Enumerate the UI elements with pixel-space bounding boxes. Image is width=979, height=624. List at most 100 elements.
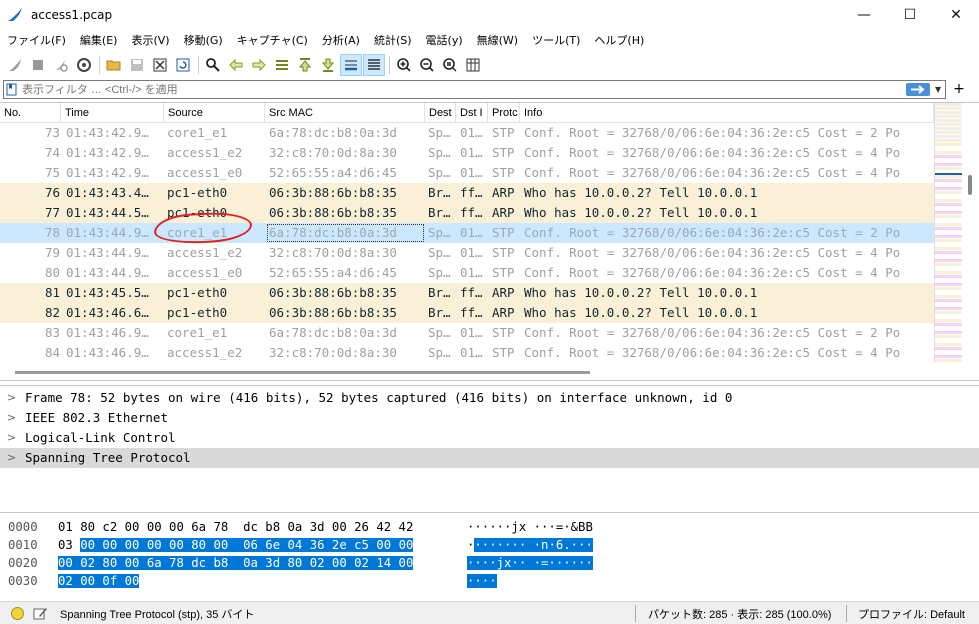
minimize-button[interactable]: — <box>841 0 887 30</box>
column-header[interactable]: Protc <box>488 103 520 123</box>
close-button[interactable]: ✕ <box>933 0 979 30</box>
find-magnifier-icon[interactable] <box>202 54 224 76</box>
cell-dest: Br… <box>428 185 451 200</box>
minimap-stripe <box>935 147 962 150</box>
byte-offset: 0020 <box>8 556 38 570</box>
menu-item[interactable]: 電話(y) <box>419 30 470 52</box>
status-profile[interactable]: プロファイル: Default <box>858 606 965 622</box>
save-file-icon[interactable] <box>126 54 148 76</box>
table-row[interactable]: 79 01:43:44.9… access1_e2 32:c8:70:0d:8a:30… <box>0 243 934 263</box>
menu-item[interactable]: キャプチャ(C) <box>230 30 315 52</box>
reload-icon[interactable] <box>172 54 194 76</box>
table-row[interactable]: 83 01:43:46.9… core1_e1 6a:78:dc:b8:0a:3d Sp… <box>0 323 934 343</box>
table-row[interactable]: 77 01:43:44.5… pc1-eth0 06:3b:88:6b:b8:35 Br… <box>0 203 934 223</box>
expert-info-led-icon[interactable] <box>11 607 24 620</box>
hex-dump[interactable]: 02 00 0f 00 <box>58 572 140 590</box>
chevron-right-icon[interactable]: > <box>7 388 16 408</box>
table-row[interactable]: 76 01:43:43.4… pc1-eth0 06:3b:88:6b:b8:35 Br… <box>0 183 934 203</box>
options-gear-icon[interactable] <box>73 54 95 76</box>
shark-fin-start-icon[interactable] <box>4 54 26 76</box>
cell-dsti: 01… <box>460 125 483 140</box>
hex-dump[interactable]: 00 02 80 00 6a 78 dc b8 0a 3d 80 02 00 0… <box>58 554 414 572</box>
hex-selected: 02 00 0f 00 <box>58 574 140 588</box>
tree-item[interactable]: > IEEE 802.3 Ethernet <box>0 408 979 428</box>
column-header[interactable]: Info <box>520 103 934 123</box>
menu-item[interactable]: ヘルプ(H) <box>587 30 651 52</box>
close-file-icon[interactable] <box>149 54 171 76</box>
chevron-right-icon[interactable]: > <box>7 428 16 448</box>
tree-item[interactable]: > Spanning Tree Protocol <box>0 448 979 468</box>
edit-comment-icon[interactable] <box>33 606 48 621</box>
first-packet-icon[interactable] <box>294 54 316 76</box>
cell-info: Conf. Root = 32768/0/06:6e:04:36:2e:c5 C… <box>524 325 901 340</box>
restart-icon[interactable] <box>50 54 72 76</box>
minimap-stripe <box>935 235 962 238</box>
resize-columns-icon[interactable] <box>462 54 484 76</box>
back-arrow-icon[interactable] <box>225 54 247 76</box>
packet-list-header: No. Time Source Src MAC Dest Dst I Protc Info <box>0 103 934 123</box>
last-packet-icon[interactable] <box>317 54 339 76</box>
menu-item[interactable]: 無線(W) <box>470 30 525 52</box>
minimap-stripe <box>935 139 962 142</box>
table-row[interactable]: 81 01:43:45.5… pc1-eth0 06:3b:88:6b:b8:35 Br… <box>0 283 934 303</box>
column-header[interactable]: Dest <box>425 103 456 123</box>
column-header[interactable]: Dst I <box>456 103 488 123</box>
forward-arrow-icon[interactable] <box>248 54 270 76</box>
byte-offset: 0010 <box>8 538 38 552</box>
chevron-right-icon[interactable]: > <box>7 448 16 468</box>
menu-item[interactable]: ファイル(F) <box>0 30 73 52</box>
menu-item[interactable]: ツール(T) <box>525 30 587 52</box>
bookmark-icon[interactable] <box>6 83 18 96</box>
column-header[interactable]: Source <box>164 103 265 123</box>
menu-item[interactable]: 分析(A) <box>315 30 367 52</box>
stop-icon[interactable] <box>27 54 49 76</box>
menu-item[interactable]: 移動(G) <box>177 30 230 52</box>
arrow-right-icon <box>911 85 925 94</box>
bytes-row: 0030 02 00 0f 00 ···· <box>0 572 979 590</box>
zoom-out-icon[interactable] <box>416 54 438 76</box>
hex-dump[interactable]: 01 80 c2 00 00 00 6a 78 dc b8 0a 3d 00 2… <box>58 518 413 536</box>
table-row[interactable]: 78 01:43:44.9… core1_e1 6a:78:dc:b8:0a:3d Sp… <box>0 223 934 243</box>
tree-item-label: Spanning Tree Protocol <box>25 450 191 465</box>
goto-packet-icon[interactable] <box>271 54 293 76</box>
chevron-right-icon[interactable]: > <box>7 408 16 428</box>
horizontal-scrollbar[interactable] <box>0 367 934 380</box>
tree-item[interactable]: > Frame 78: 52 bytes on wire (416 bits), … <box>0 388 979 408</box>
add-filter-button[interactable]: + <box>951 80 967 99</box>
table-row[interactable]: 73 01:43:42.9… core1_e1 6a:78:dc:b8:0a:3d Sp… <box>0 123 934 143</box>
packet-minimap[interactable] <box>934 103 962 363</box>
autoscroll-icon[interactable] <box>340 54 362 76</box>
colorize-icon[interactable] <box>363 54 385 76</box>
cell-srcmac: 32:c8:70:0d:8a:30 <box>269 145 397 160</box>
ascii-dump[interactable]: ···· <box>467 572 497 590</box>
column-header[interactable]: Src MAC <box>265 103 425 123</box>
scroll-thumb[interactable] <box>15 371 590 374</box>
open-folder-icon[interactable] <box>103 54 125 76</box>
ascii-dump[interactable]: ····jx·· ·=······ <box>467 554 593 572</box>
table-row[interactable]: 74 01:43:42.9… access1_e2 32:c8:70:0d:8a:30… <box>0 143 934 163</box>
menu-item[interactable]: 編集(E) <box>73 30 125 52</box>
table-row[interactable]: 84 01:43:46.9… access1_e2 32:c8:70:0d:8a:30… <box>0 343 934 363</box>
hex-dump[interactable]: 03 00 00 00 00 00 80 00 06 6e 04 36 2e c… <box>58 536 414 554</box>
table-row[interactable]: 82 01:43:46.6… pc1-eth0 06:3b:88:6b:b8:35 Br… <box>0 303 934 323</box>
column-header[interactable]: No. <box>0 103 61 123</box>
cell-no: 73 <box>44 125 60 140</box>
zoom-reset-icon[interactable] <box>439 54 461 76</box>
scroll-thumb[interactable] <box>968 175 972 195</box>
table-row[interactable]: 80 01:43:44.9… access1_e0 52:65:55:a4:d6:45… <box>0 263 934 283</box>
apply-filter-button[interactable] <box>906 83 930 96</box>
minimap-stripe <box>935 191 962 194</box>
zoom-in-icon[interactable] <box>393 54 415 76</box>
menu-item[interactable]: 表示(V) <box>124 30 176 52</box>
ascii-dump[interactable]: ······jx ···=·&BB <box>467 518 593 536</box>
cell-proto: STP <box>492 345 515 360</box>
display-filter-input[interactable] <box>22 82 892 97</box>
menu-item[interactable]: 統計(S) <box>367 30 419 52</box>
maximize-button[interactable]: ☐ <box>887 0 933 30</box>
table-row[interactable]: 75 01:43:42.9… access1_e0 52:65:55:a4:d6:45… <box>0 163 934 183</box>
tree-item[interactable]: > Logical-Link Control <box>0 428 979 448</box>
column-header[interactable]: Time <box>61 103 164 123</box>
ascii-dump[interactable]: ········ ·n·6.··· <box>467 536 593 554</box>
chevron-down-icon[interactable]: ▼ <box>935 85 941 94</box>
vertical-scrollbar[interactable] <box>962 103 979 380</box>
